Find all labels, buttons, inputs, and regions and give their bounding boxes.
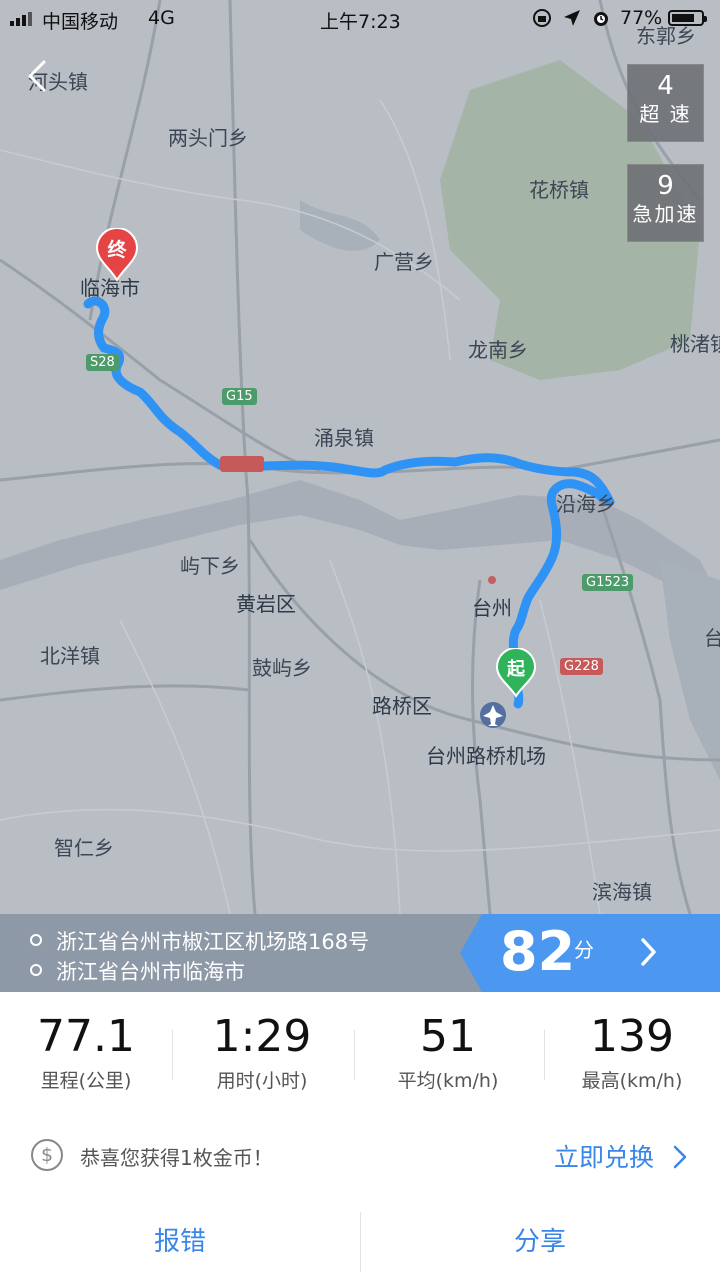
- carrier-label: 中国移动: [42, 11, 119, 33]
- place-label: 花桥镇: [529, 178, 589, 202]
- max-speed-stat: 139 最高(km/h): [544, 992, 720, 1093]
- road-badge-g1523: G1523: [582, 574, 634, 591]
- destination-address: 浙江省台州市临海市: [30, 956, 245, 986]
- origin-address: 浙江省台州市椒江区机场路168号: [30, 926, 369, 956]
- place-label: 涌泉镇: [314, 426, 374, 450]
- end-pin-icon[interactable]: 终: [96, 228, 138, 282]
- report-error-button[interactable]: 报错: [0, 1204, 360, 1280]
- destination-dot-icon: [30, 964, 42, 976]
- place-label: 桃渚镇: [670, 332, 720, 356]
- coin-reward-row: $ 恭喜您获得1枚金币！ 立即兑换: [0, 1108, 720, 1204]
- battery-percent: 77%: [620, 7, 663, 29]
- duration-stat: 1:29 用时(小时): [172, 992, 352, 1093]
- start-pin-label: 起: [507, 659, 525, 680]
- chevron-right-icon[interactable]: [672, 1144, 688, 1170]
- back-button[interactable]: [22, 58, 58, 94]
- chevron-right-icon: [641, 938, 656, 966]
- time-label: 上午7:23: [320, 11, 401, 33]
- max-speed-label: 最高(km/h): [581, 1070, 683, 1092]
- duration-label: 用时(小时): [216, 1070, 308, 1092]
- rapid-accel-label: 急加速: [632, 202, 699, 226]
- avg-speed-stat: 51 平均(km/h): [354, 992, 542, 1093]
- rapid-accel-count-box[interactable]: 9 急加速: [627, 164, 704, 242]
- duration-value: 1:29: [212, 1011, 312, 1062]
- speeding-label: 超 速: [639, 102, 692, 126]
- place-label: 沿海乡: [556, 492, 616, 516]
- distance-label: 里程(公里): [40, 1070, 132, 1092]
- avg-speed-label: 平均(km/h): [397, 1070, 499, 1092]
- alarm-icon: [594, 12, 608, 26]
- road-badge: [220, 456, 264, 472]
- place-label: 台州路桥机场: [426, 744, 546, 768]
- avg-speed-value: 51: [420, 1011, 476, 1062]
- speeding-count-box[interactable]: 4 超 速: [627, 64, 704, 142]
- place-label: 智仁乡: [54, 836, 114, 860]
- score-button[interactable]: 82 分: [460, 914, 720, 992]
- place-label: 两头门乡: [168, 126, 248, 150]
- place-label: 北洋镇: [40, 644, 100, 668]
- place-label: 广营乡: [374, 250, 434, 274]
- score-unit: 分: [574, 938, 594, 962]
- rotation-lock-icon: [533, 9, 551, 27]
- signal-icon: [10, 12, 36, 26]
- origin-text: 浙江省台州市椒江区机场路168号: [56, 930, 370, 954]
- origin-dot-icon: [30, 934, 42, 946]
- place-label: 台: [704, 626, 720, 650]
- place-label: 鼓屿乡: [252, 656, 312, 680]
- distance-stat: 77.1 里程(公里): [0, 992, 172, 1093]
- speeding-count: 4: [657, 71, 674, 101]
- redeem-button[interactable]: 立即兑换: [554, 1138, 654, 1174]
- coin-message: 恭喜您获得1枚金币！: [80, 1146, 273, 1170]
- place-label: 滨海镇: [592, 880, 652, 904]
- trip-stats: 77.1 里程(公里) 1:29 用时(小时) 51 平均(km/h) 139 …: [0, 992, 720, 1108]
- score-value: 82: [500, 920, 576, 983]
- location-icon: [564, 10, 580, 26]
- place-label: 路桥区: [372, 694, 432, 718]
- place-label: 龙南乡: [468, 338, 528, 362]
- road-badge-s28: S28: [86, 354, 119, 371]
- battery-icon: [668, 10, 707, 26]
- destination-text: 浙江省台州市临海市: [56, 960, 245, 984]
- status-bar: 中国移动 4G 上午7:23 77%: [0, 0, 720, 36]
- map-background: [0, 0, 720, 914]
- distance-value: 77.1: [37, 1011, 135, 1062]
- place-label: 屿下乡: [180, 554, 240, 578]
- bottom-actions: 报错 分享: [0, 1204, 720, 1280]
- network-label: 4G: [148, 7, 175, 29]
- route-map[interactable]: 河头镇 两头门乡 东郭乡 花桥镇 广营乡 临海市 龙南乡 桃渚镇 涌泉镇 沿海乡…: [0, 0, 720, 914]
- start-pin-icon[interactable]: 起: [496, 648, 536, 698]
- place-label: 黄岩区: [236, 592, 296, 616]
- road-badge-g228: G228: [560, 658, 603, 675]
- coin-icon: $: [31, 1139, 63, 1171]
- share-button[interactable]: 分享: [360, 1204, 720, 1280]
- max-speed-value: 139: [590, 1011, 674, 1062]
- rapid-accel-count: 9: [657, 171, 674, 201]
- place-label: 台州: [472, 596, 512, 620]
- road-badge-g15: G15: [222, 388, 257, 405]
- end-pin-label: 终: [107, 239, 127, 261]
